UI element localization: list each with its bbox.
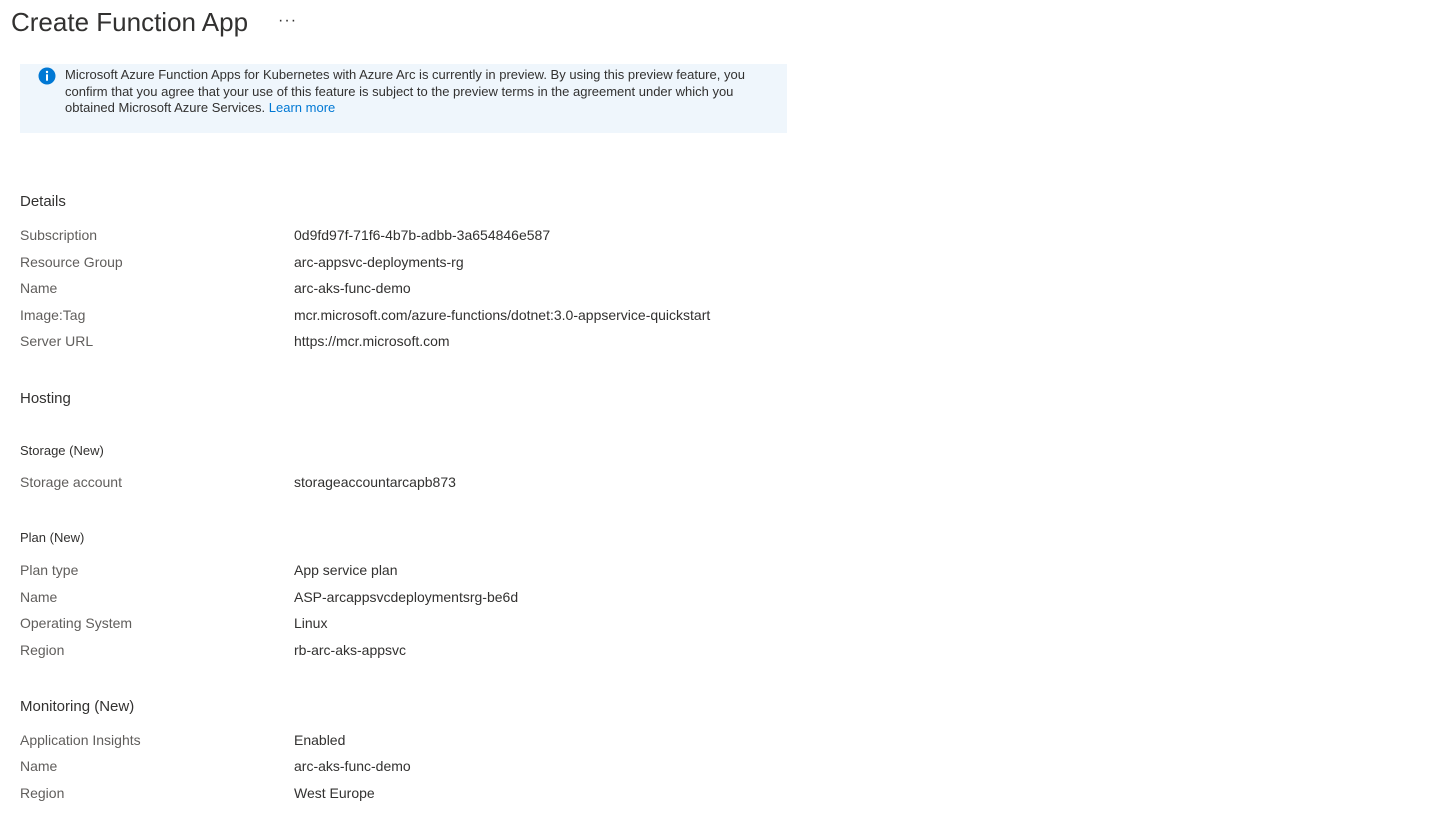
row-value: arc-aks-func-demo [294,280,411,296]
banner-text: Microsoft Azure Function Apps for Kubern… [65,67,770,117]
info-icon [38,67,56,85]
detail-row-image-tag: Image:Tag mcr.microsoft.com/azure-functi… [20,307,920,327]
row-label: Region [20,642,65,658]
row-value: Linux [294,615,328,631]
details-heading: Details [20,193,66,210]
row-label: Operating System [20,615,133,631]
monitoring-row-app-insights: Application Insights Enabled [20,732,920,752]
detail-row-server-url: Server URL https://mcr.microsoft.com [20,333,920,353]
row-value: App service plan [294,562,398,578]
row-label: Resource Group [20,254,123,270]
row-value: 0d9fd97f-71f6-4b7b-adbb-3a654846e587 [294,227,551,243]
more-options-button[interactable]: ··· [274,12,301,30]
review-create-page: Create Function App ··· Microsoft Azure … [0,0,1440,822]
detail-row-name: Name arc-aks-func-demo [20,280,920,300]
row-value: storageaccountarcapb873 [294,474,456,490]
row-value: ASP-arcappsvcdeploymentsrg-be6d [294,589,519,605]
monitoring-heading: Monitoring (New) [20,698,135,715]
row-label: Name [20,280,58,296]
storage-row-account: Storage account storageaccountarcapb873 [20,474,920,494]
row-label: Application Insights [20,732,141,748]
row-value: Enabled [294,732,346,748]
banner-message: Microsoft Azure Function Apps for Kubern… [65,67,745,115]
learn-more-link[interactable]: Learn more [269,100,335,115]
row-label: Storage account [20,474,122,490]
detail-row-subscription: Subscription 0d9fd97f-71f6-4b7b-adbb-3a6… [20,227,920,247]
preview-info-banner: Microsoft Azure Function Apps for Kubern… [20,64,787,133]
monitoring-row-region: Region West Europe [20,785,920,805]
row-label: Image:Tag [20,307,86,323]
row-value: https://mcr.microsoft.com [294,333,450,349]
plan-row-os: Operating System Linux [20,615,920,635]
plan-row-name: Name ASP-arcappsvcdeploymentsrg-be6d [20,589,920,609]
storage-heading: Storage (New) [20,443,104,458]
row-value: West Europe [294,785,375,801]
row-label: Plan type [20,562,79,578]
page-title: Create Function App [11,6,249,37]
title-bar: Create Function App ··· [11,2,301,42]
monitoring-row-name: Name arc-aks-func-demo [20,758,920,778]
row-value: arc-appsvc-deployments-rg [294,254,464,270]
plan-row-region: Region rb-arc-aks-appsvc [20,642,920,662]
row-value: rb-arc-aks-appsvc [294,642,407,658]
row-label: Name [20,589,58,605]
plan-heading: Plan (New) [20,530,85,545]
detail-row-resource-group: Resource Group arc-appsvc-deployments-rg [20,254,920,274]
row-label: Region [20,785,65,801]
row-label: Server URL [20,333,94,349]
plan-row-type: Plan type App service plan [20,562,920,582]
row-label: Name [20,758,58,774]
hosting-heading: Hosting [20,390,71,407]
row-value: mcr.microsoft.com/azure-functions/dotnet… [294,307,711,323]
row-value: arc-aks-func-demo [294,758,411,774]
row-label: Subscription [20,227,98,243]
